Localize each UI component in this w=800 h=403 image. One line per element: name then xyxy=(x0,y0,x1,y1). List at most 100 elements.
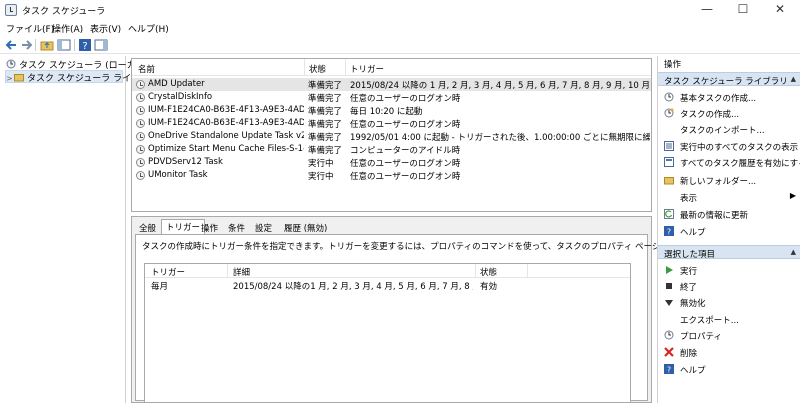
up-folder-icon[interactable] xyxy=(40,38,54,52)
action-enable-history[interactable]: すべてのタスク履歴を有効にする xyxy=(658,154,800,170)
action-view[interactable]: 表示 ▶ xyxy=(658,189,800,205)
task-icon xyxy=(136,132,145,141)
tab-actions[interactable]: 操作 xyxy=(197,221,222,234)
action-delete[interactable]: 削除 xyxy=(658,344,800,360)
task-row[interactable]: AMD Updater 準備完了 2015/08/24 以降の 1 月, 2 月, … xyxy=(132,78,651,91)
minimize-button[interactable]: — xyxy=(692,2,722,18)
column-divider[interactable] xyxy=(475,264,476,278)
action-label: 終了 xyxy=(680,283,698,293)
task-row[interactable]: OneDrive Standalone Update Task v2 準備完了 19… xyxy=(132,130,651,143)
run-icon xyxy=(666,266,673,274)
action-label: ヘルプ xyxy=(680,228,706,238)
section-header-library[interactable]: タスク スケジューラ ライブラリ ▲ xyxy=(658,72,800,87)
action-run[interactable]: 実行 xyxy=(658,262,800,278)
folder-icon xyxy=(14,74,24,82)
column-divider[interactable] xyxy=(527,264,528,278)
task-row[interactable]: IUM-F1E24CA0-B63E-4F13-A9E3-4ADE3B... 準備完… xyxy=(132,104,651,117)
collapse-icon[interactable]: ▲ xyxy=(791,75,796,83)
menu-help[interactable]: ヘルプ(H) xyxy=(128,22,169,35)
svg-text:?: ? xyxy=(667,366,671,375)
menu-view[interactable]: 表示(V) xyxy=(90,22,121,35)
task-status: 準備完了 xyxy=(308,94,343,104)
column-divider[interactable] xyxy=(227,264,228,278)
action-import-task[interactable]: タスクのインポート... xyxy=(658,121,800,137)
window-title: タスク スケジューラ xyxy=(22,7,106,17)
action-label: 削除 xyxy=(680,349,698,359)
section-header-selected-label: 選択した項目 xyxy=(664,250,716,260)
column-header-trigger[interactable]: トリガー xyxy=(350,63,384,75)
folder-icon xyxy=(664,177,674,185)
collapse-icon[interactable]: ▲ xyxy=(791,248,796,256)
action-label: エクスポート... xyxy=(680,316,739,326)
task-status: 実行中 xyxy=(308,159,334,169)
trigger-row[interactable]: 毎月 2015/08/24 以降の1 月, 2 月, 3 月, 4 月, 5 月… xyxy=(145,279,630,292)
action-display-running-tasks[interactable]: 実行中のすべてのタスクの表示 xyxy=(658,138,800,154)
show-hide-tree-icon[interactable] xyxy=(57,38,71,52)
column-header-name[interactable]: 名前 xyxy=(138,63,155,75)
disable-icon xyxy=(665,300,673,306)
action-export[interactable]: エクスポート... xyxy=(658,311,800,327)
column-divider[interactable] xyxy=(345,59,346,76)
task-row[interactable]: CrystalDiskInfo 準備完了 任意のユーザーのログオン時 xyxy=(132,91,651,104)
action-end[interactable]: 終了 xyxy=(658,278,800,294)
action-label: 実行中のすべてのタスクの表示 xyxy=(680,143,799,153)
task-row[interactable]: UMonitor Task 実行中 任意のユーザーのログオン時 xyxy=(132,169,651,182)
column-divider[interactable] xyxy=(304,59,305,76)
action-label: ヘルプ xyxy=(680,366,706,376)
maximize-button[interactable]: ☐ xyxy=(728,2,758,18)
back-arrow-icon[interactable] xyxy=(4,38,18,52)
help-icon[interactable]: ? xyxy=(78,38,92,52)
action-label: 最新の情報に更新 xyxy=(680,211,749,221)
tab-conditions[interactable]: 条件 xyxy=(224,221,249,234)
task-name: IUM-F1E24CA0-B63E-4F13-A9E3-4ADE3B... xyxy=(148,105,304,115)
help-icon: ? xyxy=(664,226,674,236)
properties-icon xyxy=(664,330,674,340)
action-new-folder[interactable]: 新しいフォルダー... xyxy=(658,172,800,188)
task-list: 名前 状態 トリガー AMD Updater 準備完了 2015/08/24 以降の… xyxy=(131,58,652,212)
column-header-status[interactable]: 状態 xyxy=(480,266,497,278)
action-help[interactable]: ? ヘルプ xyxy=(658,223,800,239)
menu-file[interactable]: ファイル(F) xyxy=(6,22,54,35)
task-name: CrystalDiskInfo xyxy=(148,92,213,102)
actions-header: 操作 xyxy=(658,56,800,70)
column-header-trigger[interactable]: トリガー xyxy=(151,266,185,278)
task-name: UMonitor Task xyxy=(148,170,208,180)
forward-arrow-icon[interactable] xyxy=(20,38,34,52)
column-header-status[interactable]: 状態 xyxy=(309,63,326,75)
task-row[interactable]: PDVDServ12 Task 実行中 任意のユーザーのログオン時 xyxy=(132,156,651,169)
action-help-selected[interactable]: ? ヘルプ xyxy=(658,361,800,377)
show-action-pane-icon[interactable] xyxy=(94,38,108,52)
task-row[interactable]: IUM-F1E24CA0-B63E-4F13-A9E3-4ADE3B... 準備完… xyxy=(132,117,651,130)
task-scheduler-app-icon xyxy=(5,4,17,16)
actions-header-label: 操作 xyxy=(664,60,682,70)
tab-history[interactable]: 履歴 (無効) xyxy=(280,221,331,234)
expand-arrow-icon[interactable]: > xyxy=(6,74,14,83)
column-header-detail[interactable]: 詳細 xyxy=(233,266,250,278)
action-refresh[interactable]: 最新の情報に更新 xyxy=(658,206,800,222)
create-task-icon xyxy=(664,108,674,118)
task-trigger: コンピューターのアイドル時 xyxy=(350,146,461,156)
triggers-tab-panel: タスクの作成時にトリガー条件を指定できます。トリガーを変更するには、プロパティの… xyxy=(135,234,736,403)
action-create-task[interactable]: タスクの作成... xyxy=(658,105,800,121)
task-status: 準備完了 xyxy=(308,81,343,91)
action-disable[interactable]: 無効化 xyxy=(658,294,800,310)
tree-item-library[interactable]: > タスク スケジューラ ライブラリ xyxy=(5,70,158,84)
action-properties[interactable]: プロパティ xyxy=(658,327,800,343)
action-label: 実行 xyxy=(680,267,698,277)
action-create-basic-task[interactable]: 基本タスクの作成... xyxy=(658,89,800,105)
task-icon xyxy=(136,158,145,167)
end-icon xyxy=(666,283,672,289)
section-header-selected-item[interactable]: 選択した項目 ▲ xyxy=(658,245,800,260)
action-label: 表示 xyxy=(680,194,698,204)
tab-settings[interactable]: 設定 xyxy=(251,221,276,234)
tab-general[interactable]: 全般 xyxy=(135,221,160,234)
task-name: Optimize Start Menu Cache Files-S-1-5-2.… xyxy=(148,144,304,154)
task-icon xyxy=(136,145,145,154)
close-button[interactable]: ✕ xyxy=(765,2,795,18)
action-label: 無効化 xyxy=(680,299,706,309)
task-row[interactable]: Optimize Start Menu Cache Files-S-1-5-2.… xyxy=(132,143,651,156)
history-icon xyxy=(664,157,674,167)
menu-action[interactable]: 操作(A) xyxy=(52,22,83,35)
clock-icon xyxy=(6,59,16,69)
delete-icon xyxy=(664,347,674,357)
